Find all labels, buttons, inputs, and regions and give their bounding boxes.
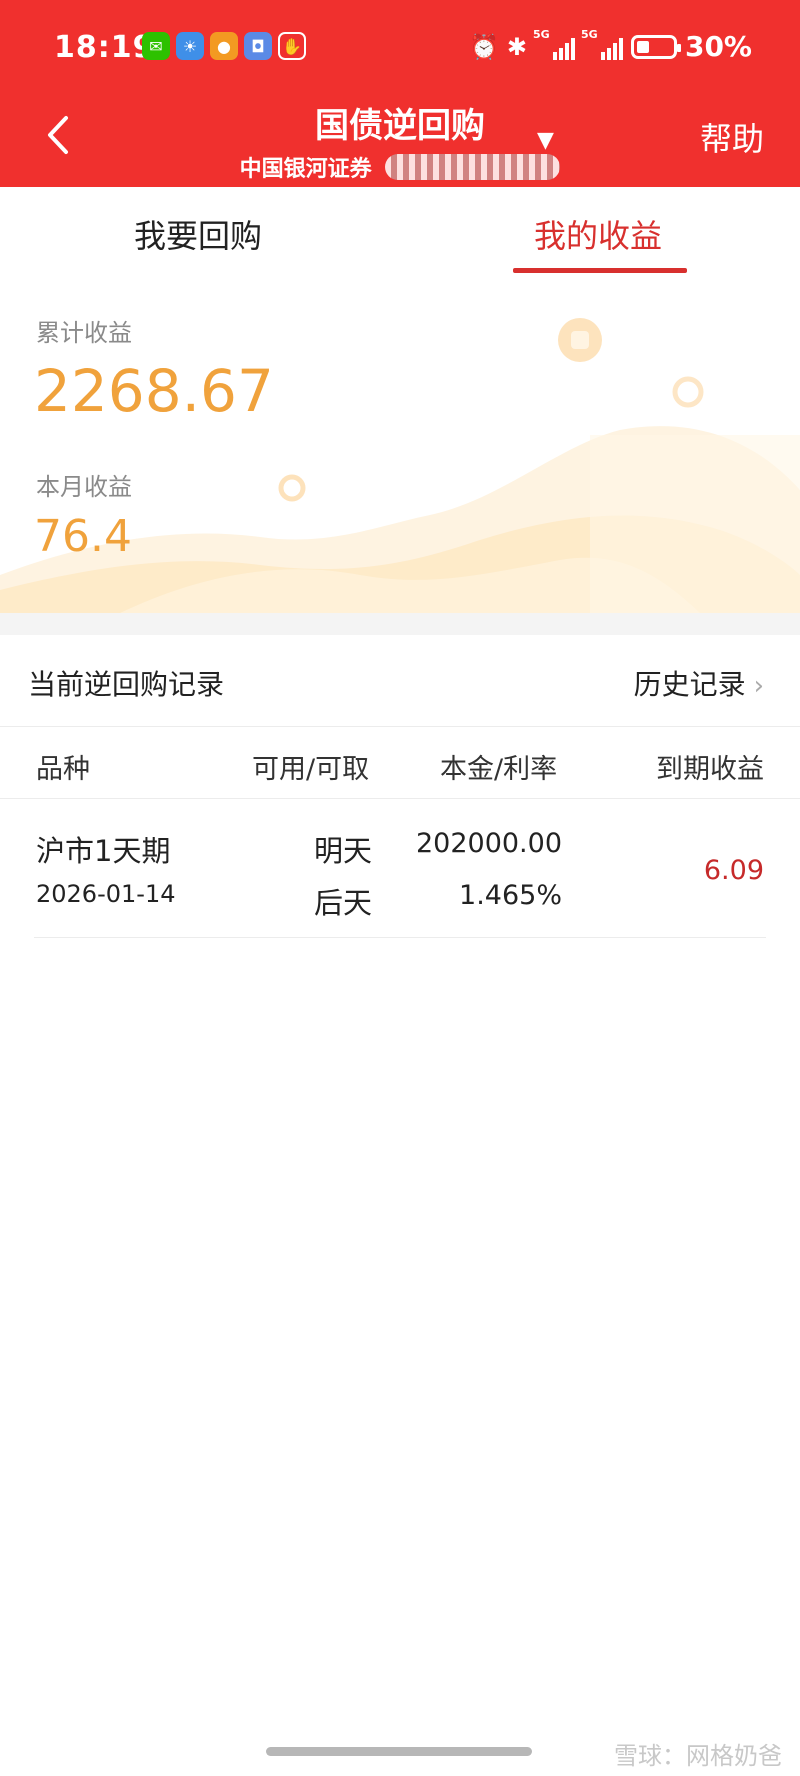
row-divider [34,937,766,938]
nav-bar: 国债逆回购 中国银河证券 ▼ 帮助 [0,90,800,185]
hand-icon: ✋ [278,32,306,60]
watermark: 雪球：网格奶爸 [614,1742,782,1770]
records-header: 当前逆回购记录 历史记录 › [0,635,800,727]
table-row[interactable]: 沪市1天期 2026-01-14 明天 后天 202000.00 1.465% … [0,800,800,938]
chat-icon: ● [210,32,238,60]
maturity-income: 6.09 [703,855,764,886]
help-button[interactable]: 帮助 [700,114,764,160]
dropdown-triangle-icon[interactable]: ▼ [537,128,554,153]
column-header-maturity-income: 到期收益 [656,754,764,785]
broker-name: 中国银河证券 [239,157,372,182]
total-income-value: 2268.67 [34,357,274,425]
column-header-product: 品种 [36,754,90,785]
app-header: 18:19 ✉ ☀ ● ◘ ✋ ⏰ ✱ 5G 5G 30% 国债逆回购 中国银河… [0,0,800,187]
signal-icon: 5G [533,28,575,60]
bluetooth-icon: ✱ [506,32,527,61]
masked-account-number [385,154,561,180]
withdrawable-day: 后天 [314,886,373,920]
status-right: ⏰ ✱ 5G 5G 30% [468,28,752,64]
product-name: 沪市1天期 [36,834,171,868]
home-indicator[interactable] [266,1747,532,1756]
status-bar: 18:19 ✉ ☀ ● ◘ ✋ ⏰ ✱ 5G 5G 30% [0,28,800,68]
alarm-icon: ⏰ [468,32,499,61]
table-header: 品种 可用/可取 本金/利率 到期收益 [0,727,800,799]
column-header-principal-rate: 本金/利率 [440,754,558,785]
interest-rate: 1.465% [459,880,562,911]
tab-my-income[interactable]: 我的收益 [534,211,662,257]
tab-bar: 我要回购 我的收益 [0,187,800,275]
active-tab-indicator [513,268,687,273]
status-time: 18:19 [54,30,155,65]
trade-date: 2026-01-14 [36,880,176,908]
app-icon: ◘ [244,32,272,60]
battery-icon [630,34,681,59]
weather-icon: ☀ [176,32,204,60]
current-records-title: 当前逆回购记录 [28,668,225,701]
total-income-label: 累计收益 [36,319,132,347]
principal-amount: 202000.00 [415,828,562,859]
wechat-icon: ✉ [142,32,170,60]
history-records-link[interactable]: 历史记录 › [634,663,764,703]
history-records-label: 历史记录 [633,668,746,701]
month-income-label: 本月收益 [36,473,132,501]
notification-icons: ✉ ☀ ● ◘ ✋ [142,32,306,60]
column-header-availability: 可用/可取 [252,754,370,785]
chevron-right-icon: › [753,671,764,701]
account-selector[interactable]: 中国银河证券 [240,151,561,183]
earnings-card: 累计收益 2268.67 本月收益 76.4 [0,275,800,613]
title-block: 国债逆回购 中国银河证券 [0,98,800,183]
tab-repurchase[interactable]: 我要回购 [134,211,262,257]
battery-percent: 30% [684,30,752,63]
app-screen: 18:19 ✉ ☀ ● ◘ ✋ ⏰ ✱ 5G 5G 30% 国债逆回购 中国银河… [0,0,800,1776]
page-title: 国债逆回购 [315,106,485,146]
month-income-value: 76.4 [34,511,132,562]
section-divider [0,613,800,635]
available-day: 明天 [314,834,373,868]
signal-icon-2: 5G [581,28,623,60]
